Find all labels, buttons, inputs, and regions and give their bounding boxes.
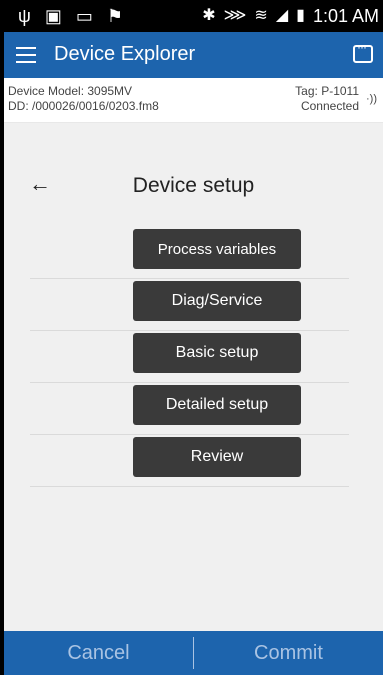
device-model-text: Device Model: 3095MV bbox=[8, 84, 133, 98]
menu-row: Diag/Service bbox=[30, 279, 349, 331]
diag-service-button[interactable]: Diag/Service bbox=[133, 281, 301, 321]
phone-screen: ψ ▣ ▭ ⚑ ✱ ⋙ ≋ ◢ ▮ 1:01 AM Device Explore… bbox=[4, 0, 383, 675]
page-title: Device setup bbox=[132, 174, 255, 197]
device-info-bar: Device Model: 3095MV DD: /000026/0016/02… bbox=[4, 78, 383, 123]
cancel-button[interactable]: Cancel bbox=[4, 631, 193, 675]
basic-setup-button[interactable]: Basic setup bbox=[133, 333, 301, 373]
review-button[interactable]: Review bbox=[133, 437, 301, 477]
connection-status-text: Connected bbox=[300, 99, 359, 113]
dd-path-text: DD: /000026/0016/0203.fm8 bbox=[8, 99, 159, 113]
app-title: Device Explorer bbox=[54, 43, 196, 65]
flag-icon: ⚑ bbox=[106, 6, 124, 26]
menu-row: Process variables bbox=[30, 227, 349, 279]
image-icon: ▭ bbox=[75, 6, 93, 26]
detailed-setup-button[interactable]: Detailed setup bbox=[133, 385, 301, 425]
usb-icon: ψ bbox=[18, 6, 31, 26]
menu-row: Basic setup bbox=[30, 331, 349, 383]
vibrate-icon: ⋙ bbox=[223, 7, 247, 24]
hamburger-menu-icon[interactable] bbox=[16, 47, 36, 63]
process-variables-button[interactable]: Process variables bbox=[133, 229, 301, 269]
bottom-action-bar: Cancel Commit bbox=[4, 631, 383, 675]
status-left-icons: ψ ▣ ▭ ⚑ bbox=[18, 7, 123, 25]
sim-icon: ▣ bbox=[44, 6, 62, 26]
signal-icon: ◢ bbox=[275, 7, 289, 24]
device-info-right: Tag: P-1011 Connected bbox=[295, 84, 359, 114]
menu-row: Detailed setup bbox=[30, 383, 349, 435]
battery-icon: ▮ bbox=[296, 7, 305, 24]
chat-icon[interactable] bbox=[353, 40, 373, 63]
main-content: ← Device setup Process variables Diag/Se… bbox=[4, 123, 383, 631]
commit-button[interactable]: Commit bbox=[194, 631, 383, 675]
status-bar: ψ ▣ ▭ ⚑ ✱ ⋙ ≋ ◢ ▮ 1:01 AM bbox=[4, 0, 383, 32]
app-bar: Device Explorer bbox=[4, 32, 383, 78]
tag-text: Tag: P-1011 bbox=[295, 84, 359, 98]
wifi-icon: ≋ bbox=[254, 7, 268, 24]
status-right-icons: ✱ ⋙ ≋ ◢ ▮ 1:01 AM bbox=[202, 7, 379, 25]
status-time: 1:01 AM bbox=[312, 6, 379, 26]
wireless-signal-icon: ·)) bbox=[366, 93, 377, 105]
menu-row: Review bbox=[30, 435, 349, 487]
device-info-left: Device Model: 3095MV DD: /000026/0016/02… bbox=[8, 84, 159, 114]
setup-menu-list: Process variables Diag/Service Basic set… bbox=[30, 227, 349, 487]
bluetooth-icon: ✱ bbox=[202, 7, 216, 24]
